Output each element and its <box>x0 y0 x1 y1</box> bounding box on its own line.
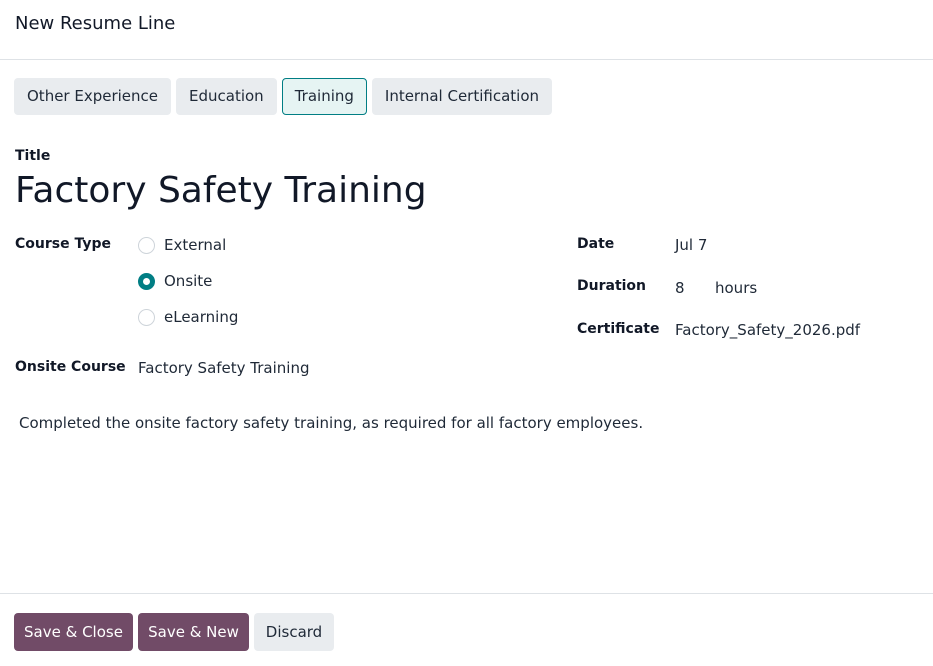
resume-line-type-tabs: Other Experience Education Training Inte… <box>14 78 553 115</box>
radio-unchecked-icon[interactable] <box>138 236 155 254</box>
save-new-button[interactable]: Save & New <box>138 613 249 651</box>
tab-internal-certification[interactable]: Internal Certification <box>371 78 553 115</box>
radio-unchecked-icon[interactable] <box>138 308 155 326</box>
course-type-option-external[interactable]: External <box>138 236 226 254</box>
duration-label: Duration <box>577 278 647 294</box>
onsite-course-field[interactable]: Factory Safety Training <box>138 359 310 377</box>
course-type-option-elearning[interactable]: eLearning <box>138 308 238 326</box>
duration-field[interactable]: 8 <box>675 279 685 297</box>
dialog-footer: Save & Close Save & New Discard <box>0 593 933 666</box>
discard-button[interactable]: Discard <box>254 613 334 651</box>
course-type-option-label: Onsite <box>164 272 213 290</box>
description-field[interactable]: Completed the onsite factory safety trai… <box>19 414 643 432</box>
duration-unit: hours <box>715 279 758 297</box>
course-type-option-label: External <box>164 236 227 254</box>
title-label: Title <box>15 148 51 164</box>
save-close-button[interactable]: Save & Close <box>14 613 133 651</box>
radio-checked-icon[interactable] <box>138 272 155 290</box>
course-type-option-onsite[interactable]: Onsite <box>138 272 212 290</box>
title-input[interactable]: Factory Safety Training <box>15 170 427 211</box>
course-type-option-label: eLearning <box>164 308 239 326</box>
tab-training[interactable]: Training <box>281 78 367 115</box>
certificate-label: Certificate <box>577 321 660 337</box>
certificate-file[interactable]: Factory_Safety_2026.pdf <box>675 321 860 339</box>
tab-other-experience[interactable]: Other Experience <box>14 78 172 115</box>
date-field[interactable]: Jul 7 <box>675 236 707 254</box>
tab-education[interactable]: Education <box>176 78 277 115</box>
dialog-header: New Resume Line <box>0 0 933 60</box>
onsite-course-label: Onsite Course <box>15 359 126 375</box>
dialog-title: New Resume Line <box>15 13 176 34</box>
course-type-label: Course Type <box>15 236 111 252</box>
date-label: Date <box>577 236 615 252</box>
